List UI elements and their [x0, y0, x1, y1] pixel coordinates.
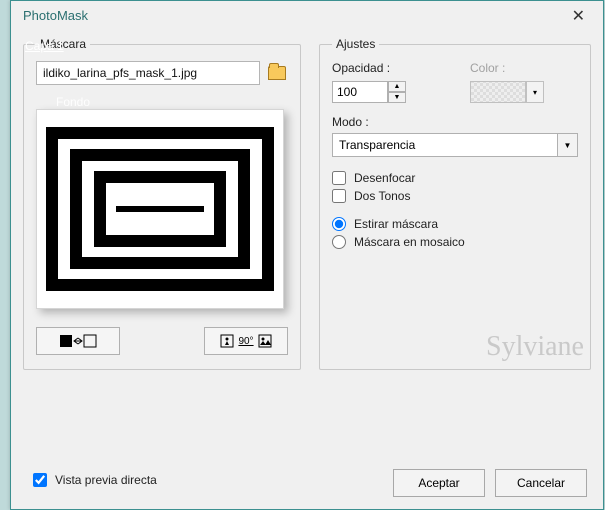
flip-mask-button[interactable]: [36, 327, 120, 355]
color-swatch[interactable]: [470, 81, 526, 103]
mode-dropdown[interactable]: ▼: [558, 133, 578, 157]
blur-checkbox-row[interactable]: Desenfocar: [332, 171, 578, 185]
watermark-signature: Sylviane: [486, 331, 584, 363]
stretch-label: Estirar máscara: [354, 217, 438, 231]
ok-button[interactable]: Aceptar: [393, 469, 485, 497]
cancel-button[interactable]: Cancelar: [495, 469, 587, 497]
twotone-checkbox-row[interactable]: Dos Tonos: [332, 189, 578, 203]
mosaic-label: Máscara en mosaico: [354, 235, 465, 249]
flip-icon: [58, 333, 98, 349]
mask-group: Máscara Fondo: [23, 37, 301, 370]
opacity-up[interactable]: ▲: [388, 81, 406, 92]
mask-preview: [36, 109, 284, 309]
mask-image: [42, 119, 278, 299]
opacity-down[interactable]: ▼: [388, 92, 406, 103]
mosaic-radio-row[interactable]: Máscara en mosaico: [332, 235, 578, 249]
close-icon[interactable]: ✕: [564, 6, 593, 26]
stretch-radio[interactable]: [332, 217, 346, 231]
mode-select[interactable]: [332, 133, 558, 157]
blur-checkbox[interactable]: [332, 171, 346, 185]
twotone-checkbox[interactable]: [332, 189, 346, 203]
mode-label: Modo :: [332, 115, 578, 129]
adjust-legend: Ajustes: [332, 37, 379, 51]
window-title: PhotoMask: [23, 8, 88, 23]
browse-button[interactable]: [266, 62, 288, 84]
live-preview-row[interactable]: Vista previa directa: [33, 473, 157, 487]
blur-label: Desenfocar: [354, 171, 415, 185]
photomask-dialog: PhotoMask ✕ Capa 1 Máscara Fondo: [10, 0, 604, 510]
opacity-input[interactable]: [332, 81, 388, 103]
color-label: Color :: [470, 61, 578, 75]
color-dropdown[interactable]: ▾: [526, 81, 544, 103]
mask-filename-input[interactable]: [36, 61, 260, 85]
live-preview-label: Vista previa directa: [55, 473, 157, 487]
adjust-group: Ajustes Opacidad : Color : ▲ ▼ ▾ Modo: [319, 37, 591, 370]
twotone-label: Dos Tonos: [354, 189, 410, 203]
folder-icon: [268, 66, 286, 80]
opacity-label: Opacidad :: [332, 61, 440, 75]
rotate-label: 90°: [238, 336, 253, 347]
layer-hint: Capa 1: [25, 39, 64, 53]
rotate-mask-button[interactable]: 90°: [204, 327, 288, 355]
live-preview-checkbox[interactable]: [33, 473, 47, 487]
landscape-icon: [258, 334, 272, 348]
stretch-radio-row[interactable]: Estirar máscara: [332, 217, 578, 231]
person-icon: [220, 334, 234, 348]
opacity-spinner[interactable]: ▲ ▼: [332, 81, 440, 103]
bg-layer-hint: Fondo: [56, 95, 90, 109]
mosaic-radio[interactable]: [332, 235, 346, 249]
titlebar: PhotoMask ✕: [11, 1, 603, 31]
